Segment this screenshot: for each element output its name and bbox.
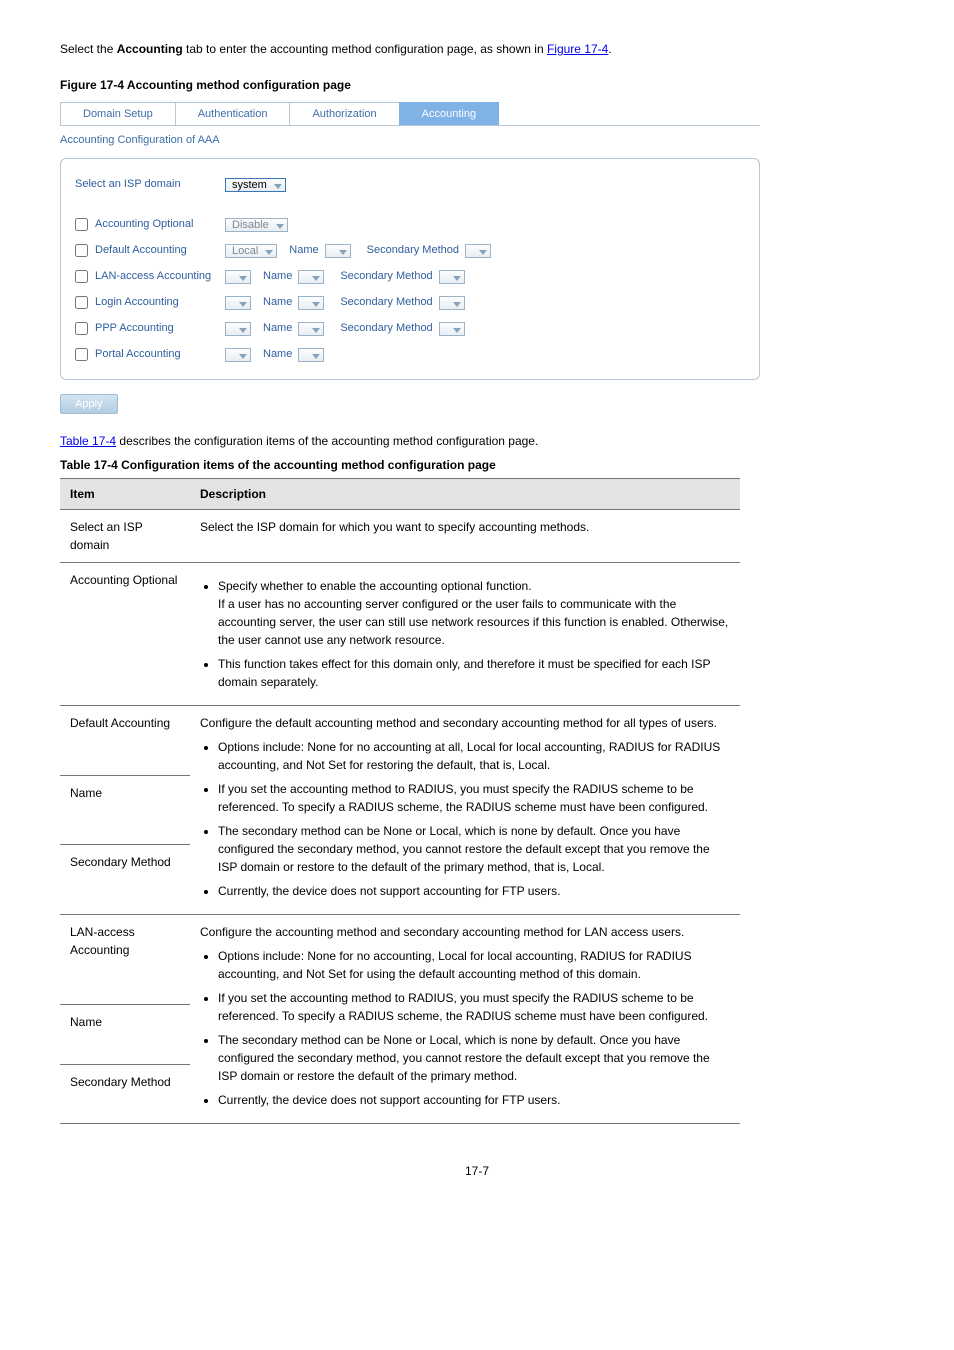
intro-bold: Accounting [117,42,183,56]
ppp-accounting-method-select[interactable] [225,321,251,335]
table-desc-text: describes the configuration items of the… [119,434,538,448]
ppp-accounting-label: PPP Accounting [95,322,174,334]
login-accounting-checkbox[interactable]: Login Accounting [75,296,225,309]
acct-opt-line1b: If a user has no accounting server confi… [218,597,728,647]
accounting-config-screenshot: Domain Setup Authentication Authorizatio… [60,102,760,414]
accounting-optional-label: Accounting Optional [95,218,193,230]
portal-accounting-checkbox[interactable]: Portal Accounting [75,348,225,361]
td-select-isp-domain-desc: Select the ISP domain for which you want… [190,510,740,563]
login-accounting-secondary-label: Secondary Method [340,296,432,308]
login-accounting-method-select[interactable] [225,295,251,309]
td-lan-access-accounting: LAN-access Accounting [60,915,190,1005]
td-default-secondary: Secondary Method [60,845,190,915]
portal-accounting-name-select[interactable] [298,347,324,361]
acct-opt-line1: Specify whether to enable the accounting… [218,579,532,593]
accounting-optional-value: Disable [225,218,288,232]
lan-access-name-label: Name [263,270,292,282]
intro-mid: tab to enter the accounting method confi… [183,42,547,56]
page-number: 17-7 [60,1164,894,1178]
th-description: Description [190,479,740,510]
lan-acct-b1: Options include: None for no accounting,… [218,947,730,983]
th-item: Item [60,479,190,510]
td-lan-name: Name [60,1005,190,1064]
acct-opt-line2: This function takes effect for this doma… [218,655,730,691]
portal-accounting-input[interactable] [75,348,88,361]
td-select-isp-domain: Select an ISP domain [60,510,190,563]
lan-access-secondary-label: Secondary Method [340,270,432,282]
login-accounting-input[interactable] [75,296,88,309]
def-acct-b4: Currently, the device does not support a… [218,882,730,900]
def-acct-b3: The secondary method can be None or Loca… [218,822,730,876]
tab-domain-setup[interactable]: Domain Setup [60,102,176,125]
login-accounting-label: Login Accounting [95,296,179,308]
config-items-table: Item Description Select an ISP domain Se… [60,478,740,1124]
ppp-accounting-name-label: Name [263,322,292,334]
table-17-4-caption: Table 17-4 Configuration items of the ac… [60,458,894,472]
accounting-optional-input[interactable] [75,218,88,231]
select-isp-domain-label: Select an ISP domain [75,178,181,190]
default-accounting-secondary-select[interactable] [465,243,491,257]
lan-acct-b2: If you set the accounting method to RADI… [218,989,730,1025]
td-default-name: Name [60,775,190,845]
accounting-config-heading: Accounting Configuration of AAA [60,126,760,156]
ppp-accounting-secondary-label: Secondary Method [340,322,432,334]
ppp-accounting-input[interactable] [75,322,88,335]
login-accounting-secondary-select[interactable] [439,295,465,309]
tab-authentication[interactable]: Authentication [175,102,291,125]
accounting-optional-select[interactable]: Disable [225,217,288,231]
td-default-accounting: Default Accounting [60,706,190,776]
portal-accounting-label: Portal Accounting [95,348,181,360]
login-accounting-name-label: Name [263,296,292,308]
ppp-accounting-checkbox[interactable]: PPP Accounting [75,322,225,335]
default-accounting-name-label: Name [289,244,318,256]
td-default-accounting-desc: Configure the default accounting method … [190,706,740,915]
default-accounting-secondary-label: Secondary Method [367,244,459,256]
tab-authorization[interactable]: Authorization [289,102,399,125]
default-accounting-input[interactable] [75,244,88,257]
lan-acct-intro: Configure the accounting method and seco… [200,925,684,939]
lan-acct-b4: Currently, the device does not support a… [218,1091,730,1109]
def-acct-b2: If you set the accounting method to RADI… [218,780,730,816]
default-accounting-method-value: Local [225,244,277,258]
accounting-config-box: Select an ISP domain system Accounting O… [60,158,760,380]
lan-acct-b3: The secondary method can be None or Loca… [218,1031,730,1085]
ppp-accounting-name-select[interactable] [298,321,324,335]
td-accounting-optional: Accounting Optional [60,563,190,706]
isp-domain-select[interactable]: system [225,177,286,191]
intro-text: Select the Accounting tab to enter the a… [60,40,894,58]
lan-access-secondary-select[interactable] [439,269,465,283]
table-desc-sentence: Table 17-4 describes the configuration i… [60,434,894,448]
intro-after: . [608,42,611,56]
portal-accounting-method-select[interactable] [225,347,251,361]
tab-accounting[interactable]: Accounting [399,102,499,125]
portal-accounting-name-label: Name [263,348,292,360]
def-acct-intro: Configure the default accounting method … [200,716,717,730]
lan-access-accounting-label: LAN-access Accounting [95,270,211,282]
td-accounting-optional-desc: Specify whether to enable the accounting… [190,563,740,706]
default-accounting-label: Default Accounting [95,244,187,256]
lan-access-accounting-input[interactable] [75,270,88,283]
lan-access-name-select[interactable] [298,269,324,283]
login-accounting-name-select[interactable] [298,295,324,309]
isp-domain-value: system [225,178,286,192]
lan-access-method-select[interactable] [225,269,251,283]
figure-17-4-caption: Figure 17-4 Accounting method configurat… [60,78,894,92]
figure-17-4-link[interactable]: Figure 17-4 [547,42,608,56]
apply-button[interactable]: Apply [60,394,118,414]
table-17-4-link[interactable]: Table 17-4 [60,434,116,448]
lan-access-accounting-checkbox[interactable]: LAN-access Accounting [75,270,225,283]
default-accounting-method-select[interactable]: Local [225,243,277,257]
td-lan-secondary: Secondary Method [60,1064,190,1123]
ppp-accounting-secondary-select[interactable] [439,321,465,335]
default-accounting-checkbox[interactable]: Default Accounting [75,244,225,257]
default-accounting-name-select[interactable] [325,243,351,257]
intro-before: Select the [60,42,117,56]
tab-bar: Domain Setup Authentication Authorizatio… [60,102,760,126]
accounting-optional-checkbox[interactable]: Accounting Optional [75,218,225,231]
td-lan-access-accounting-desc: Configure the accounting method and seco… [190,915,740,1124]
def-acct-b1: Options include: None for no accounting … [218,738,730,774]
